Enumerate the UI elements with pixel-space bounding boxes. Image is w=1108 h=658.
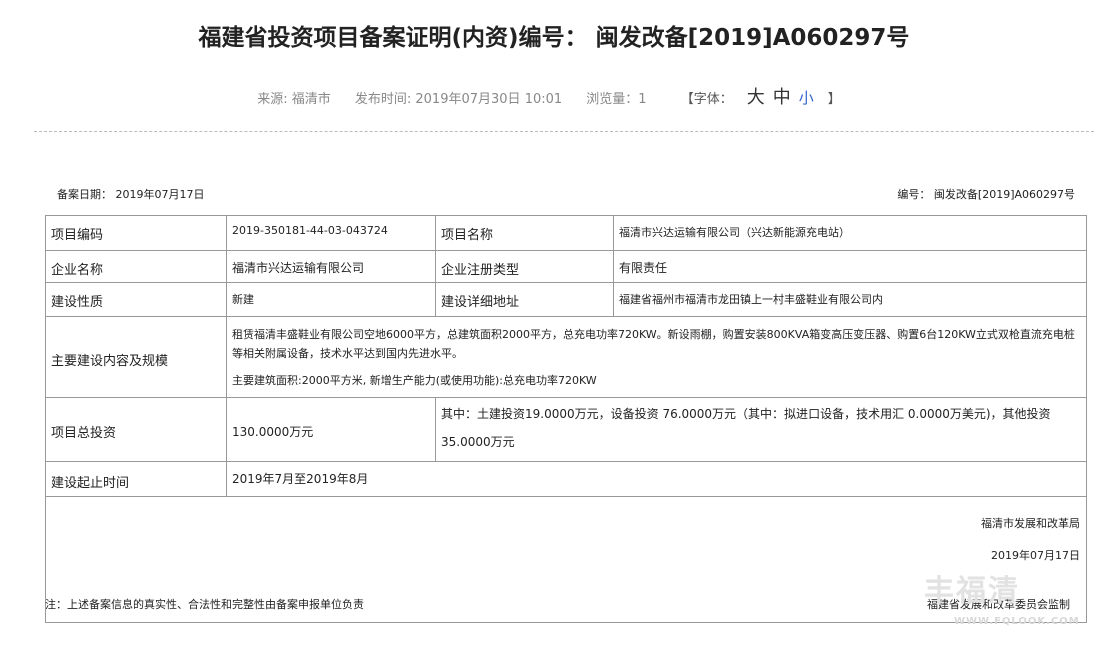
table-value: 新建 (226, 282, 436, 317)
page-title: 福建省投资项目备案证明(内资)编号： 闽发改备[2019]A060297号 (198, 25, 910, 51)
table-label: 建设详细地址 (435, 282, 614, 317)
view-count: 浏览量：1 (586, 92, 647, 107)
table-value: 其中：土建投资19.0000万元，设备投资 76.0000万元（其中：拟进口设备… (435, 397, 1087, 462)
table-label: 建设起止时间 (45, 461, 227, 497)
build-content-summary: 主要建筑面积:2000平方米, 新增生产能力(或使用功能):总充电功率720KW (232, 374, 597, 387)
table-label: 企业名称 (45, 250, 227, 283)
table-row: 主要建设内容及规模 租赁福清丰盛鞋业有限公司空地6000平方，总建筑面积2000… (45, 316, 1087, 398)
table-row: 项目编码 2019-350181-44-03-043724 项目名称 福清市兴达… (45, 215, 1087, 251)
table-label: 企业注册类型 (435, 250, 614, 283)
table-value: 福建省福州市福清市龙田镇上一村丰盛鞋业有限公司内 (613, 282, 1087, 317)
table-value: 有限责任 (613, 250, 1087, 283)
table-value: 2019年7月至2019年8月 (226, 461, 1087, 497)
font-small-button[interactable]: 小 (799, 89, 814, 107)
watermark-text: 丰福清 (924, 574, 1020, 609)
article-meta: 来源: 福清市 发布时间: 2019年07月30日 10:01 浏览量：1 【字… (0, 83, 1108, 109)
record-number: 编号： 闽发改备[2019]A060297号 (897, 188, 1075, 201)
table-row: 企业名称 福清市兴达运输有限公司 企业注册类型 有限责任 (45, 250, 1087, 283)
footnote: 注：上述备案信息的真实性、合法性和完整性由备案申报单位负责 (45, 598, 364, 611)
table-label: 项目总投资 (45, 397, 227, 462)
font-large-button[interactable]: 大 (747, 87, 765, 108)
table-label: 建设性质 (45, 282, 227, 317)
record-table: 项目编码 2019-350181-44-03-043724 项目名称 福清市兴达… (45, 215, 1087, 623)
table-label: 主要建设内容及规模 (45, 316, 227, 398)
investment-detail: 其中：土建投资19.0000万元，设备投资 76.0000万元（其中：拟进口设备… (441, 407, 1051, 421)
source-text: 来源: 福清市 (257, 92, 331, 107)
signing-date: 2019年07月17日 (991, 549, 1080, 562)
table-value: 2019-350181-44-03-043724 (226, 215, 436, 251)
record-date: 备案日期： 2019年07月17日 (57, 188, 205, 201)
font-label-open: 【字体： (680, 92, 733, 107)
font-size-control: 【字体： 大中小】 (671, 87, 851, 108)
table-value: 租赁福清丰盛鞋业有限公司空地6000平方，总建筑面积2000平方，总充电功率72… (226, 316, 1087, 398)
font-medium-button[interactable]: 中 (773, 87, 791, 108)
font-label-close: 】 (827, 92, 841, 107)
watermark: 丰福清 WWW.FQLOOK.COM (924, 566, 1094, 638)
table-label: 项目名称 (435, 215, 614, 251)
publish-time: 发布时间: 2019年07月30日 10:01 (354, 92, 563, 107)
table-value: 130.0000万元 (226, 397, 436, 462)
signing-org: 福清市发展和改革局 (981, 517, 1080, 530)
table-label: 项目编码 (45, 215, 227, 251)
watermark-url: WWW.FQLOOK.COM (954, 616, 1080, 627)
investment-other: 35.0000万元 (441, 435, 515, 449)
table-value: 福清市兴达运输有限公司 (226, 250, 436, 283)
table-row: 建设起止时间 2019年7月至2019年8月 (45, 461, 1087, 497)
table-value: 福清市兴达运输有限公司（兴达新能源充电站） (613, 215, 1087, 251)
divider (34, 131, 1094, 132)
table-row: 建设性质 新建 建设详细地址 福建省福州市福清市龙田镇上一村丰盛鞋业有限公司内 (45, 282, 1087, 317)
table-row: 项目总投资 130.0000万元 其中：土建投资19.0000万元，设备投资 7… (45, 397, 1087, 462)
build-content: 租赁福清丰盛鞋业有限公司空地6000平方，总建筑面积2000平方，总充电功率72… (232, 328, 1075, 360)
